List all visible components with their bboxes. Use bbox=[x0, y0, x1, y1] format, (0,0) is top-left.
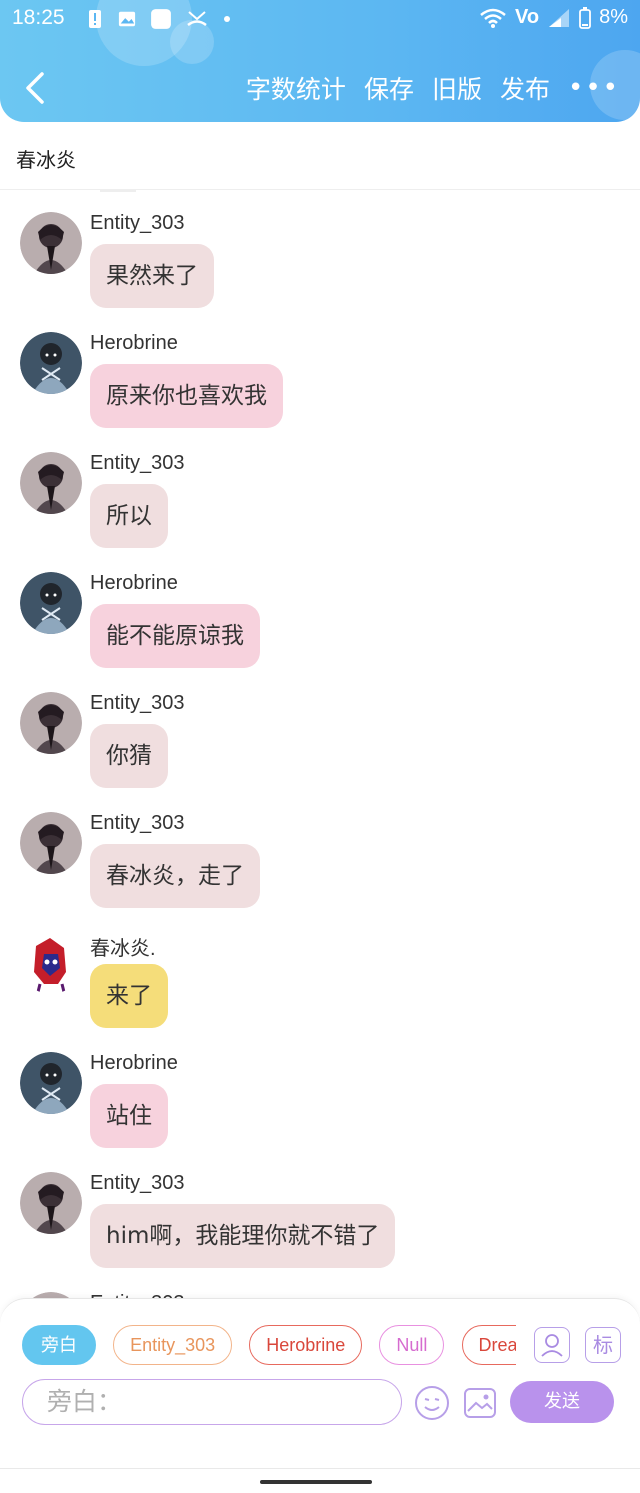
speaker-name: Entity_303 bbox=[90, 692, 185, 714]
chip-entity-303[interactable]: Entity_303 bbox=[113, 1325, 233, 1365]
message-bubble[interactable]: him啊，我能理你就不错了 bbox=[90, 1204, 396, 1268]
battery-icon bbox=[579, 6, 591, 29]
speaker-name: Entity_303 bbox=[90, 1172, 185, 1194]
entity-avatar[interactable] bbox=[20, 812, 82, 874]
contact-card-icon[interactable] bbox=[534, 1327, 570, 1363]
chip-herobrine[interactable]: Herobrine bbox=[249, 1325, 363, 1365]
wifi-icon bbox=[480, 8, 506, 28]
speaker-name: Entity_303 bbox=[90, 452, 185, 474]
chat-title-bar: 春冰炎 bbox=[0, 122, 640, 190]
home-indicator[interactable] bbox=[260, 1480, 372, 1484]
signal-icon bbox=[549, 8, 570, 27]
entity-avatar[interactable] bbox=[20, 1172, 82, 1234]
image-picker-icon[interactable] bbox=[462, 1385, 498, 1421]
composer-panel: 旁白 Entity_303 Herobrine Null Dream 标 旁白：… bbox=[0, 1298, 640, 1468]
image-icon bbox=[118, 11, 136, 27]
message-list[interactable]: Entity_303 果然来了 Herobrine 原来你也喜欢我 Entity… bbox=[0, 190, 640, 1300]
alert-icon bbox=[89, 10, 101, 28]
speaker-name: 春冰炎. bbox=[90, 938, 156, 960]
herobrine-avatar[interactable] bbox=[20, 572, 82, 634]
message-item[interactable]: Entity_303 春冰炎，走了 bbox=[20, 812, 620, 922]
message-input[interactable]: 旁白： bbox=[22, 1379, 402, 1425]
message-bubble[interactable]: 原来你也喜欢我 bbox=[90, 364, 283, 428]
message-bubble[interactable]: 所以 bbox=[90, 484, 168, 548]
chip-narrator[interactable]: 旁白 bbox=[22, 1325, 96, 1365]
speaker-chips: 旁白 Entity_303 Herobrine Null Dream bbox=[22, 1325, 516, 1369]
message-bubble[interactable]: 来了 bbox=[90, 964, 168, 1028]
chip-dream[interactable]: Dream bbox=[461, 1325, 516, 1365]
send-button[interactable]: 发送 bbox=[510, 1381, 614, 1423]
more-icon[interactable]: ••• bbox=[568, 73, 620, 103]
entity-avatar[interactable] bbox=[20, 452, 82, 514]
entity-avatar[interactable] bbox=[20, 212, 82, 274]
message-item[interactable]: Entity_303 所以 bbox=[20, 452, 620, 562]
nav-actions: 字数统计 保存 旧版 发布 ••• bbox=[246, 70, 620, 106]
status-right: Vo 8% bbox=[479, 6, 628, 29]
notification-icons bbox=[86, 8, 232, 30]
chat-title: 春冰炎 bbox=[16, 148, 76, 172]
speaker-name: Herobrine bbox=[90, 572, 178, 594]
dot-icon bbox=[224, 16, 230, 22]
herobrine-avatar[interactable] bbox=[20, 1052, 82, 1114]
message-item[interactable]: Herobrine 原来你也喜欢我 bbox=[20, 332, 620, 442]
nav-bar: 字数统计 保存 旧版 发布 ••• bbox=[0, 60, 640, 116]
message-item[interactable]: Entity_303 你猜 bbox=[20, 692, 620, 802]
missed-call-icon bbox=[187, 11, 207, 27]
speaker-name: Herobrine bbox=[90, 332, 178, 354]
speaker-name: Herobrine bbox=[90, 1052, 178, 1074]
battery-percent: 8% bbox=[599, 6, 628, 28]
message-item[interactable]: Entity_303 果然来了 bbox=[20, 212, 620, 322]
chip-null[interactable]: Null bbox=[379, 1325, 445, 1365]
message-bubble[interactable]: 站住 bbox=[90, 1084, 168, 1148]
app-icon bbox=[151, 9, 171, 29]
save-button[interactable]: 保存 bbox=[364, 70, 414, 106]
speaker-name: Entity_303 bbox=[90, 812, 185, 834]
chunbingyan-avatar[interactable] bbox=[20, 932, 82, 994]
message-bubble[interactable]: 你猜 bbox=[90, 724, 168, 788]
old-version-button[interactable]: 旧版 bbox=[432, 70, 482, 106]
message-item[interactable]: Entity_303 him啊，我能理你就不错了 bbox=[20, 1172, 620, 1282]
status-time: 18:25 bbox=[12, 6, 65, 29]
entity-avatar[interactable] bbox=[20, 692, 82, 754]
message-item[interactable]: Herobrine 能不能原谅我 bbox=[20, 572, 620, 682]
divider bbox=[100, 190, 136, 192]
speaker-name: Entity_303 bbox=[90, 212, 185, 234]
message-bubble[interactable]: 春冰炎，走了 bbox=[90, 844, 260, 908]
tag-button[interactable]: 标 bbox=[585, 1327, 621, 1363]
volte-label: Vo bbox=[515, 6, 540, 28]
status-bar: 18:25 Vo 8% bbox=[0, 0, 640, 40]
gesture-nav-bar bbox=[0, 1468, 640, 1493]
message-item[interactable]: Herobrine 站住 bbox=[20, 1052, 620, 1162]
emoji-icon[interactable] bbox=[414, 1385, 450, 1421]
chevron-left-icon[interactable] bbox=[18, 68, 54, 108]
herobrine-avatar[interactable] bbox=[20, 332, 82, 394]
publish-button[interactable]: 发布 bbox=[500, 70, 550, 106]
message-bubble[interactable]: 果然来了 bbox=[90, 244, 214, 308]
message-item[interactable]: 春冰炎. 来了 bbox=[20, 932, 620, 1042]
word-count-button[interactable]: 字数统计 bbox=[246, 70, 346, 106]
message-bubble[interactable]: 能不能原谅我 bbox=[90, 604, 260, 668]
app-header: 18:25 Vo 8% 字数统计 保存 旧版 发布 ••• bbox=[0, 0, 640, 122]
